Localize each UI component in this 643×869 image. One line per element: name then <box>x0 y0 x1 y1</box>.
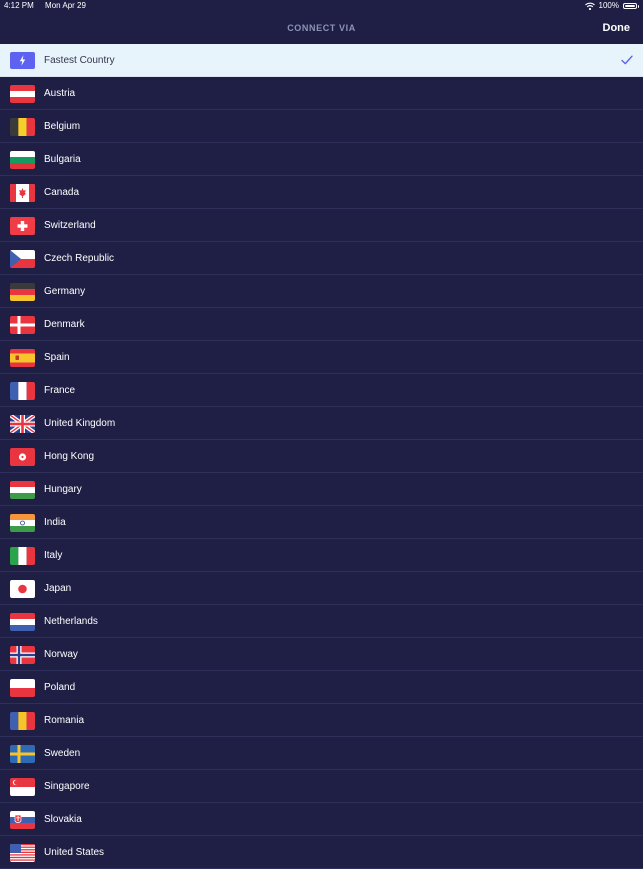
country-label: India <box>44 517 66 528</box>
lightning-bolt-icon <box>10 52 35 69</box>
nav-bar: CONNECT VIA Done <box>0 12 643 44</box>
flag-norway-icon <box>10 646 35 664</box>
country-row-czech-republic[interactable]: Czech Republic <box>0 242 643 275</box>
flag-united-states-icon <box>10 844 35 862</box>
country-row-france[interactable]: France <box>0 374 643 407</box>
country-label: Hong Kong <box>44 451 95 462</box>
flag-austria-icon <box>10 85 35 103</box>
country-row-austria[interactable]: Austria <box>0 77 643 110</box>
country-row-switzerland[interactable]: Switzerland <box>0 209 643 242</box>
country-list: Fastest Country Austria Belgium Bulgaria Ca… <box>0 44 643 869</box>
country-label: Canada <box>44 187 80 198</box>
wifi-icon <box>584 2 595 10</box>
checkmark-icon <box>621 55 633 65</box>
country-label: Czech Republic <box>44 253 115 264</box>
country-label: Hungary <box>44 484 82 495</box>
flag-singapore-icon <box>10 778 35 796</box>
country-label: Singapore <box>44 781 90 792</box>
flag-romania-icon <box>10 712 35 730</box>
country-label: Poland <box>44 682 76 693</box>
country-row-poland[interactable]: Poland <box>0 671 643 704</box>
status-date: Mon Apr 29 <box>45 1 86 10</box>
status-time: 4:12 PM <box>4 1 34 10</box>
country-label: Belgium <box>44 121 81 132</box>
country-row-denmark[interactable]: Denmark <box>0 308 643 341</box>
country-label: Bulgaria <box>44 154 81 165</box>
country-row-bulgaria[interactable]: Bulgaria <box>0 143 643 176</box>
country-row-india[interactable]: India <box>0 506 643 539</box>
country-label: Romania <box>44 715 85 726</box>
country-label: Norway <box>44 649 78 660</box>
country-row-spain[interactable]: Spain <box>0 341 643 374</box>
country-label: Germany <box>44 286 86 297</box>
fastest-country-row[interactable]: Fastest Country <box>0 44 643 77</box>
country-row-singapore[interactable]: Singapore <box>0 770 643 803</box>
country-row-slovakia[interactable]: Slovakia <box>0 803 643 836</box>
flag-slovakia-icon <box>10 811 35 829</box>
country-row-united-states[interactable]: United States <box>0 836 643 869</box>
flag-italy-icon <box>10 547 35 565</box>
battery-icon <box>623 3 639 9</box>
country-label: United States <box>44 847 105 858</box>
country-row-netherlands[interactable]: Netherlands <box>0 605 643 638</box>
done-button[interactable]: Done <box>603 12 631 44</box>
status-bar: 4:12 PM Mon Apr 29 100% <box>0 0 643 12</box>
flag-bulgaria-icon <box>10 151 35 169</box>
flag-canada-icon <box>10 184 35 202</box>
flag-india-icon <box>10 514 35 532</box>
flag-belgium-icon <box>10 118 35 136</box>
fastest-country-label: Fastest Country <box>44 55 115 66</box>
country-row-belgium[interactable]: Belgium <box>0 110 643 143</box>
country-label: Austria <box>44 88 76 99</box>
flag-poland-icon <box>10 679 35 697</box>
country-row-hong-kong[interactable]: Hong Kong <box>0 440 643 473</box>
country-row-sweden[interactable]: Sweden <box>0 737 643 770</box>
country-row-canada[interactable]: Canada <box>0 176 643 209</box>
country-row-germany[interactable]: Germany <box>0 275 643 308</box>
flag-france-icon <box>10 382 35 400</box>
flag-hong-kong-icon <box>10 448 35 466</box>
flag-denmark-icon <box>10 316 35 334</box>
country-label: Sweden <box>44 748 81 759</box>
country-label: Slovakia <box>44 814 82 825</box>
country-row-japan[interactable]: Japan <box>0 572 643 605</box>
country-label: Spain <box>44 352 70 363</box>
status-right: 100% <box>584 0 639 12</box>
country-label: Switzerland <box>44 220 96 231</box>
flag-switzerland-icon <box>10 217 35 235</box>
flag-netherlands-icon <box>10 613 35 631</box>
country-label: United Kingdom <box>44 418 116 429</box>
country-label: Denmark <box>44 319 85 330</box>
status-left: 4:12 PM Mon Apr 29 <box>4 0 95 12</box>
country-row-norway[interactable]: Norway <box>0 638 643 671</box>
country-row-united-kingdom[interactable]: United Kingdom <box>0 407 643 440</box>
flag-germany-icon <box>10 283 35 301</box>
country-label: Italy <box>44 550 63 561</box>
page-title: CONNECT VIA <box>287 23 356 33</box>
flag-japan-icon <box>10 580 35 598</box>
country-row-italy[interactable]: Italy <box>0 539 643 572</box>
country-label: Japan <box>44 583 72 594</box>
country-label: France <box>44 385 76 396</box>
battery-percent: 100% <box>598 1 619 10</box>
country-label: Netherlands <box>44 616 98 627</box>
flag-sweden-icon <box>10 745 35 763</box>
flag-hungary-icon <box>10 481 35 499</box>
flag-czech-republic-icon <box>10 250 35 268</box>
country-row-romania[interactable]: Romania <box>0 704 643 737</box>
flag-spain-icon <box>10 349 35 367</box>
country-row-hungary[interactable]: Hungary <box>0 473 643 506</box>
flag-united-kingdom-icon <box>10 415 35 433</box>
